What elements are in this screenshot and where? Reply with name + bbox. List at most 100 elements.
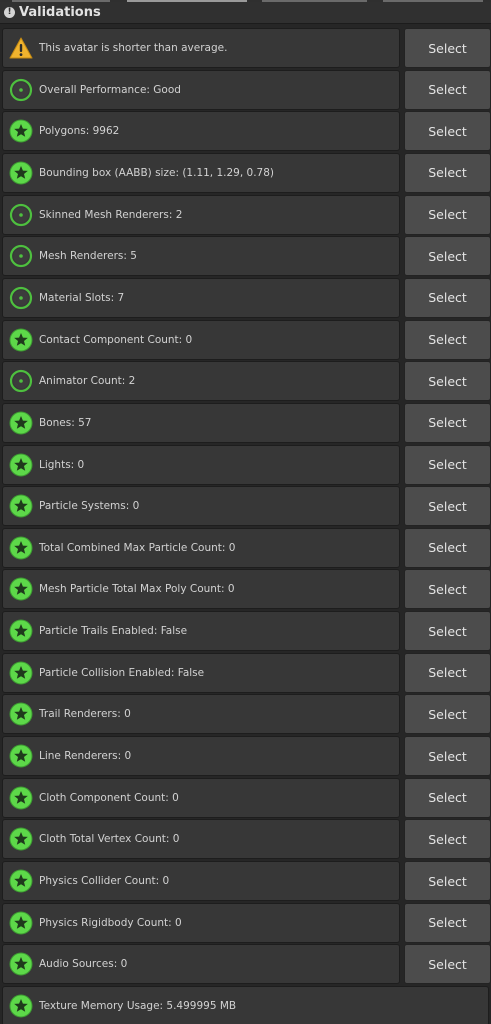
select-button-material-slots[interactable]: Select <box>404 277 491 318</box>
validation-row-physics-rigidbody-count: Physics Rigidbody Count: 0 Select <box>2 902 491 943</box>
star-icon <box>9 911 33 935</box>
star-icon <box>9 411 33 435</box>
validation-message-text: Lights: 0 <box>39 458 85 471</box>
validation-message-box: Particle Systems: 0 <box>2 486 400 527</box>
select-button-physics-collider-count[interactable]: Select <box>404 861 491 901</box>
select-button-cloth-component-count[interactable]: Select <box>404 777 491 818</box>
validation-message-text: Physics Rigidbody Count: 0 <box>39 916 182 929</box>
performance-good-icon <box>9 286 33 310</box>
select-button-bones[interactable]: Select <box>404 402 491 443</box>
validation-row-contact-component-count: Contact Component Count: 0 Select <box>2 319 491 360</box>
star-icon <box>9 702 33 726</box>
star-icon <box>9 869 33 893</box>
select-button-particle-systems[interactable]: Select <box>404 486 491 527</box>
validation-message-text: Material Slots: 7 <box>39 291 125 304</box>
performance-good-icon <box>9 78 33 102</box>
validation-row-particle-trails-enabled: Particle Trails Enabled: False Select <box>2 611 491 652</box>
validation-message-text: Overall Performance: Good <box>39 83 181 96</box>
star-icon <box>9 328 33 352</box>
validation-message-text: Trail Renderers: 0 <box>39 708 131 721</box>
star-icon <box>9 161 33 185</box>
validation-message-text: Animator Count: 2 <box>39 375 136 388</box>
validations-header[interactable]: ! Validations <box>0 2 491 24</box>
validation-row-material-slots: Material Slots: 7 Select <box>2 277 491 318</box>
select-button-physics-rigidbody-count[interactable]: Select <box>404 902 491 943</box>
validation-row-lights: Lights: 0 Select <box>2 444 491 485</box>
validation-row-physics-collider-count: Physics Collider Count: 0 Select <box>2 861 491 901</box>
select-button-cloth-total-vertex-count[interactable]: Select <box>404 819 491 860</box>
validation-row-texture-memory-usage: Texture Memory Usage: 5.499995 MB <box>2 985 491 1024</box>
validation-message-text: Mesh Renderers: 5 <box>39 250 137 263</box>
validation-message-box: Total Combined Max Particle Count: 0 <box>2 527 400 568</box>
star-icon <box>9 952 33 976</box>
validation-message-box: Lights: 0 <box>2 444 400 485</box>
validation-message-box: Particle Collision Enabled: False <box>2 652 400 693</box>
validation-row-bounding-box-size: Bounding box (AABB) size: (1.11, 1.29, 0… <box>2 152 491 193</box>
validation-row-particle-systems: Particle Systems: 0 Select <box>2 486 491 527</box>
validation-message-text: Line Renderers: 0 <box>39 750 132 762</box>
validation-message-box: Cloth Component Count: 0 <box>2 777 400 818</box>
star-icon <box>9 786 33 810</box>
validation-row-overall-performance: Overall Performance: Good Select <box>2 69 491 110</box>
validation-row-animator-count: Animator Count: 2 Select <box>2 361 491 402</box>
star-icon <box>9 619 33 643</box>
validation-row-cloth-total-vertex-count: Cloth Total Vertex Count: 0 Select <box>2 819 491 860</box>
validation-message-text: Bones: 57 <box>39 416 92 429</box>
validation-message-box: This avatar is shorter than average. <box>2 28 400 68</box>
select-button-mesh-renderers[interactable]: Select <box>404 236 491 277</box>
select-button-overall-performance[interactable]: Select <box>404 69 491 110</box>
validation-message-box: Line Renderers: 0 <box>2 736 400 776</box>
star-icon <box>9 994 33 1018</box>
validation-message-box: Physics Collider Count: 0 <box>2 861 400 901</box>
validation-message-box: Physics Rigidbody Count: 0 <box>2 902 400 943</box>
validation-message-text: Skinned Mesh Renderers: 2 <box>39 208 183 221</box>
select-button-particle-trails-enabled[interactable]: Select <box>404 611 491 652</box>
validation-row-polygons: Polygons: 9962 Select <box>2 111 491 152</box>
select-button-lights[interactable]: Select <box>404 444 491 485</box>
validation-row-total-combined-max-particle-count: Total Combined Max Particle Count: 0 Sele… <box>2 527 491 568</box>
validation-row-skinned-mesh-renderers: Skinned Mesh Renderers: 2 Select <box>2 194 491 235</box>
select-button-trail-renderers[interactable]: Select <box>404 694 491 735</box>
validation-message-text: Bounding box (AABB) size: (1.11, 1.29, 0… <box>39 166 275 179</box>
panel-title: Validations <box>19 5 101 20</box>
validation-message-box: Texture Memory Usage: 5.499995 MB <box>2 985 489 1024</box>
validation-row-particle-collision-enabled: Particle Collision Enabled: False Select <box>2 652 491 693</box>
validation-row-cloth-component-count: Cloth Component Count: 0 Select <box>2 777 491 818</box>
validation-message-box: Polygons: 9962 <box>2 111 400 152</box>
validation-message-box: Mesh Renderers: 5 <box>2 236 400 277</box>
select-button-skinned-mesh-renderers[interactable]: Select <box>404 194 491 235</box>
validation-message-box: Particle Trails Enabled: False <box>2 611 400 652</box>
select-button-mesh-particle-total-max-poly-count[interactable]: Select <box>404 569 491 610</box>
validation-row-bones: Bones: 57 Select <box>2 402 491 443</box>
info-icon: ! <box>4 7 15 18</box>
select-button-line-renderers[interactable]: Select <box>404 736 491 776</box>
select-button-this-avatar-is-shorter-than-average[interactable]: Select <box>404 28 491 68</box>
performance-good-icon <box>9 369 33 393</box>
validation-message-box: Trail Renderers: 0 <box>2 694 400 735</box>
validation-message-box: Bounding box (AABB) size: (1.11, 1.29, 0… <box>2 152 400 193</box>
validation-message-text: Particle Systems: 0 <box>39 500 140 513</box>
select-button-audio-sources[interactable]: Select <box>404 944 491 985</box>
validation-message-box: Skinned Mesh Renderers: 2 <box>2 194 400 235</box>
validation-message-box: Material Slots: 7 <box>2 277 400 318</box>
select-button-animator-count[interactable]: Select <box>404 361 491 402</box>
select-button-particle-collision-enabled[interactable]: Select <box>404 652 491 693</box>
select-button-bounding-box-size[interactable]: Select <box>404 152 491 193</box>
validation-message-text: Cloth Component Count: 0 <box>39 791 179 804</box>
validation-message-text: Particle Collision Enabled: False <box>39 666 205 679</box>
validation-message-text: Total Combined Max Particle Count: 0 <box>39 541 236 554</box>
validation-row-this-avatar-is-shorter-than-average: This avatar is shorter than average. Sele… <box>2 28 491 68</box>
performance-good-icon <box>9 244 33 268</box>
star-icon <box>9 744 33 768</box>
select-button-contact-component-count[interactable]: Select <box>404 319 491 360</box>
performance-good-icon <box>9 203 33 227</box>
validation-message-box: Overall Performance: Good <box>2 69 400 110</box>
warning-icon <box>9 36 33 60</box>
select-button-total-combined-max-particle-count[interactable]: Select <box>404 527 491 568</box>
validation-message-text: This avatar is shorter than average. <box>39 42 228 54</box>
validation-message-box: Bones: 57 <box>2 402 400 443</box>
validation-message-text: Texture Memory Usage: 5.499995 MB <box>39 999 237 1012</box>
select-button-polygons[interactable]: Select <box>404 111 491 152</box>
star-icon <box>9 577 33 601</box>
star-icon <box>9 661 33 685</box>
